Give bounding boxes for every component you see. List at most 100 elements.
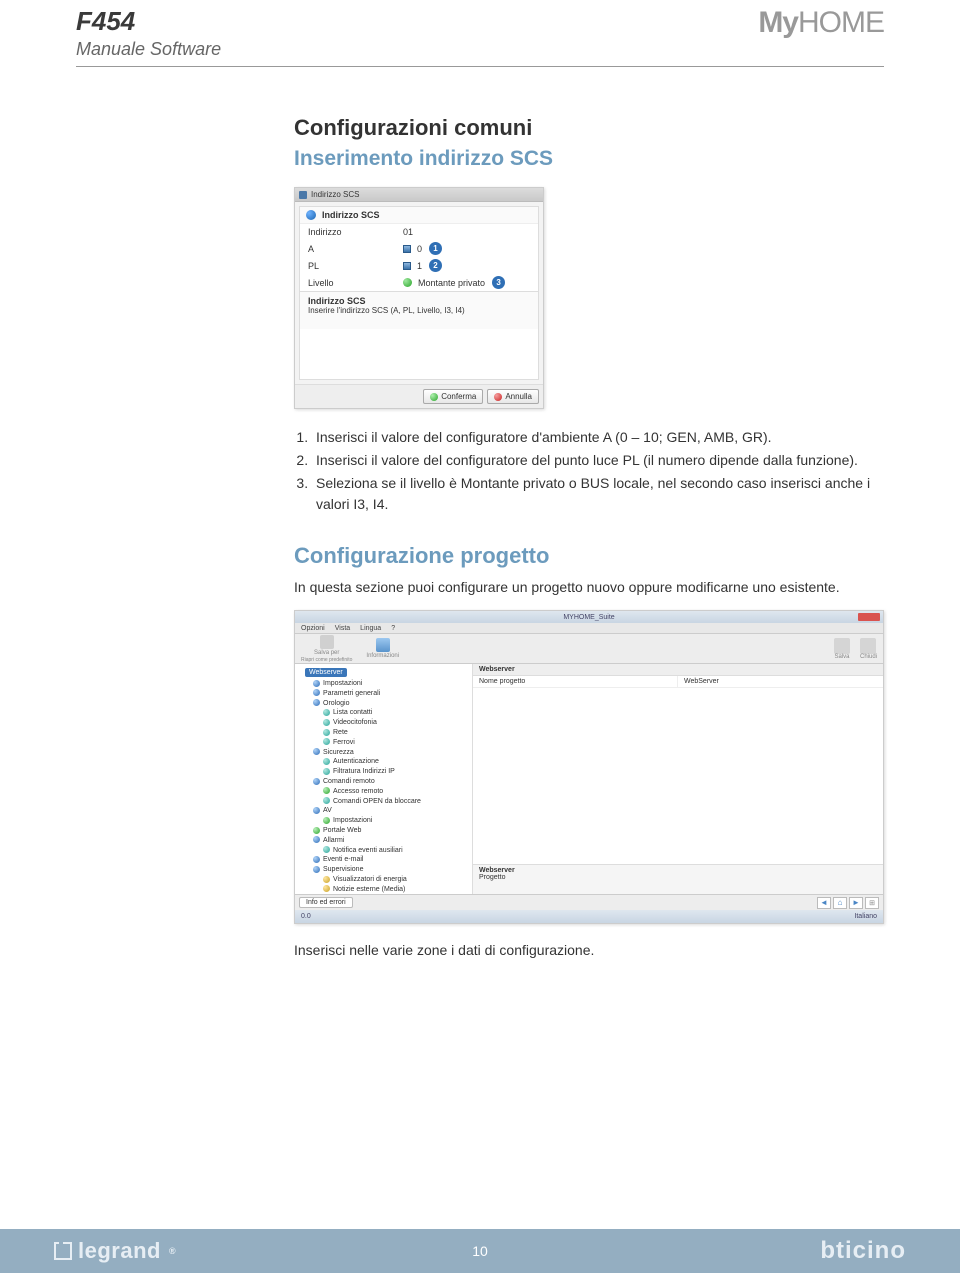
menu-item[interactable]: Lingua <box>360 625 381 632</box>
tree-node-icon <box>323 719 330 726</box>
property-row[interactable]: PL12 <box>300 257 538 274</box>
ribbon-icon <box>834 638 850 654</box>
tree-root[interactable]: Webserver <box>305 668 347 677</box>
ribbon-icon <box>860 638 876 654</box>
tree-node[interactable]: Impostazioni <box>313 816 468 826</box>
tree-node[interactable]: Supervisione <box>313 865 468 875</box>
tree-node-icon <box>323 817 330 824</box>
nav-next-button[interactable]: ► <box>849 897 863 909</box>
brand-logo: MyHOME <box>758 6 884 40</box>
tree-node-icon <box>323 729 330 736</box>
window-titlebar: MYHOME_Suite <box>295 611 883 623</box>
tree-node[interactable]: Impostazioni <box>313 679 468 689</box>
property-row[interactable]: Nome progettoWebServer <box>473 676 883 688</box>
page-footer: legrand® 10 bticino <box>0 1229 960 1273</box>
property-row[interactable]: A01 <box>300 240 538 257</box>
tree-node[interactable]: Lista contatti <box>313 708 468 718</box>
tree-node[interactable]: Sicurezza <box>313 748 468 758</box>
level-icon <box>403 278 412 287</box>
close-window-button[interactable] <box>858 613 880 621</box>
tree-node-icon <box>313 856 320 863</box>
nav-zoom-button[interactable]: ⊞ <box>865 897 879 909</box>
tree-node[interactable]: Portale Web <box>313 826 468 836</box>
tree-node[interactable]: Rete <box>313 728 468 738</box>
tree-node[interactable]: Visualizzatori di energia <box>313 875 468 885</box>
tree-node-icon <box>323 787 330 794</box>
tree-node[interactable]: Parametri generali <box>313 689 468 699</box>
tree-node[interactable]: Accesso remoto <box>313 787 468 797</box>
tree-node[interactable]: Orologio <box>313 699 468 709</box>
tree-node-icon <box>323 758 330 765</box>
menu-item[interactable]: ? <box>391 625 395 632</box>
check-icon <box>430 393 438 401</box>
tree-node-icon <box>323 768 330 775</box>
section-title: Configurazioni comuni <box>294 115 884 141</box>
bticino-logo: bticino <box>820 1237 906 1265</box>
menubar: Opzioni Vista Lingua? <box>295 623 883 634</box>
value-icon <box>403 245 411 253</box>
confirm-button[interactable]: Conferma <box>423 389 483 404</box>
property-row[interactable]: LivelloMontante privato3 <box>300 274 538 291</box>
tree-node[interactable]: Notifica eventi ausiliari <box>313 846 468 856</box>
ribbon-button[interactable]: Salva <box>834 638 850 660</box>
tree-node[interactable]: Comandi OPEN da bloccare <box>313 797 468 807</box>
group-icon <box>306 210 316 220</box>
ribbon-button[interactable]: Chiudi <box>860 638 877 660</box>
tree-node-icon <box>323 738 330 745</box>
tree-node-icon <box>323 885 330 892</box>
nav-prev-button[interactable]: ◄ <box>817 897 831 909</box>
ribbon: Salva perRiapri come predefinito Informaz… <box>295 634 883 664</box>
status-bar: 0.0 Italiano <box>295 910 883 923</box>
menu-item[interactable]: Opzioni <box>301 625 325 632</box>
product-code: F454 <box>76 6 221 37</box>
dialog-titlebar: Indirizzo SCS <box>295 188 543 202</box>
tree-node[interactable]: Filtratura Indirizzi IP <box>313 767 468 777</box>
ribbon-icon <box>320 635 334 649</box>
bottom-toolbar: Info ed errori ◄ ⌂ ► ⊞ <box>295 894 883 910</box>
tree-node-icon <box>323 709 330 716</box>
properties-description: Webserver Progetto <box>473 864 883 894</box>
nav-home-button[interactable]: ⌂ <box>833 897 847 909</box>
scs-address-dialog: Indirizzo SCS Indirizzo SCS Indirizzo01A… <box>294 187 544 409</box>
menu-item[interactable]: Vista <box>335 625 350 632</box>
tree-node[interactable]: Notizie esterne (Media) <box>313 885 468 894</box>
tree-node[interactable]: Allarmi <box>313 836 468 846</box>
project-config-window: MYHOME_Suite Opzioni Vista Lingua? Salva p… <box>294 610 884 924</box>
instruction-step: Inserisci il valore del configuratore d'… <box>312 427 884 448</box>
callout-badge: 2 <box>429 259 442 272</box>
property-row[interactable]: Indirizzo01 <box>300 224 538 240</box>
tree-node-icon <box>313 748 320 755</box>
instruction-step: Inserisci il valore del configuratore de… <box>312 450 884 471</box>
info-errors-button[interactable]: Info ed errori <box>299 897 353 908</box>
tree-node[interactable]: Autenticazione <box>313 757 468 767</box>
tree-node-icon <box>313 680 320 687</box>
dialog-group-header: Indirizzo SCS <box>300 207 538 224</box>
project-tree[interactable]: Webserver ImpostazioniParametri generali… <box>295 664 473 894</box>
tree-node[interactable]: Eventi e-mail <box>313 855 468 865</box>
page-number: 10 <box>472 1243 488 1259</box>
cancel-button[interactable]: Annulla <box>487 389 539 404</box>
tree-node-icon <box>313 778 320 785</box>
ribbon-icon <box>376 638 390 652</box>
tree-node[interactable]: Ferrovi <box>313 738 468 748</box>
tree-node-icon <box>313 827 320 834</box>
tree-node[interactable]: Videocitofonia <box>313 718 468 728</box>
figure-caption: Inserisci nelle varie zone i dati di con… <box>294 942 884 958</box>
tree-node-icon <box>323 846 330 853</box>
tree-node-icon <box>313 689 320 696</box>
page-header: F454 Manuale Software MyHOME <box>76 0 884 67</box>
section2-para: In questa sezione puoi configurare un pr… <box>294 577 884 598</box>
tree-node[interactable]: AV <box>313 806 468 816</box>
tree-node-icon <box>313 836 320 843</box>
dialog-description: Indirizzo SCS Inserire l'indirizzo SCS (… <box>300 291 538 329</box>
section2-title: Configurazione progetto <box>294 543 884 569</box>
callout-badge: 1 <box>429 242 442 255</box>
properties-panel: Webserver Nome progettoWebServer <box>473 664 883 864</box>
tree-node[interactable]: Comandi remoto <box>313 777 468 787</box>
tree-node-icon <box>313 866 320 873</box>
tree-node-icon <box>313 699 320 706</box>
instruction-steps: Inserisci il valore del configuratore d'… <box>294 427 884 515</box>
tree-node-icon <box>323 876 330 883</box>
ribbon-button[interactable]: Salva perRiapri come predefinito <box>301 635 352 663</box>
ribbon-button[interactable]: Informazioni <box>366 638 399 659</box>
